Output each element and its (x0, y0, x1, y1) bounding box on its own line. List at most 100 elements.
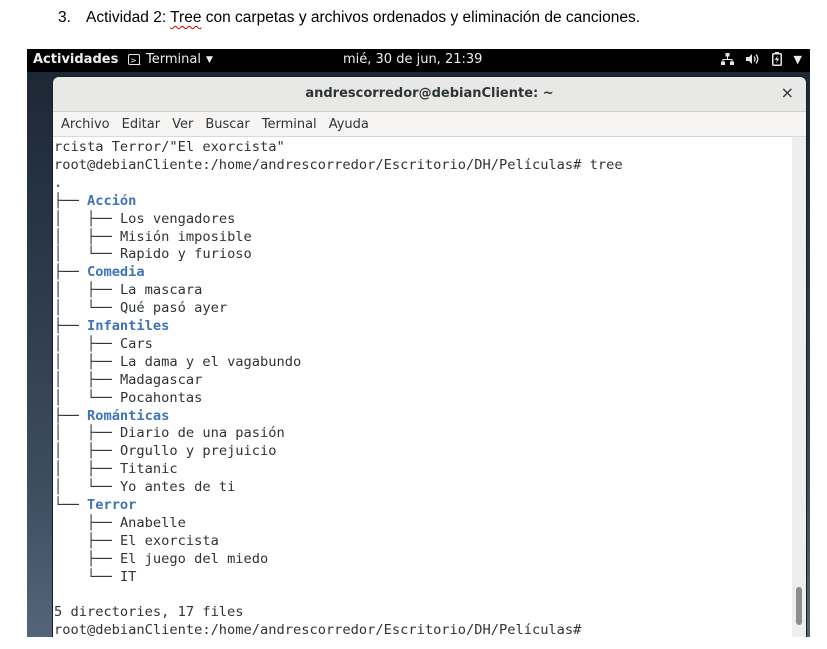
terminal-line: │ ├── Diario de una pasión (54, 425, 285, 443)
line-text: Misión imposible (119, 228, 252, 245)
line-text: Rapido y furioso (119, 246, 252, 263)
line-text: Orgullo y prejuicio (119, 443, 277, 460)
chevron-down-icon: ▼ (205, 54, 213, 65)
line-text: Madagascar (119, 371, 203, 388)
network-icon (720, 53, 734, 65)
tree-branch: ├── (54, 264, 87, 281)
tree-branch: │ ├── (54, 210, 120, 227)
line-text: 5 directories, 17 files (54, 604, 244, 621)
menu-ver[interactable]: Ver (166, 117, 199, 132)
menu-editar[interactable]: Editar (116, 117, 167, 132)
menu-buscar[interactable]: Buscar (199, 117, 255, 132)
desktop-screenshot: Actividades >_ Terminal ▼ mié, 30 de jun… (27, 49, 810, 637)
terminal-line: │ ├── Titanic (54, 461, 178, 479)
tree-branch: │ ├── (54, 443, 120, 460)
scrollbar[interactable] (792, 137, 806, 637)
terminal-line: root@debianCliente:/home/andrescorredor/… (54, 157, 623, 175)
battery-icon (771, 52, 782, 66)
terminal-line: │ ├── Madagascar (54, 372, 202, 390)
terminal-line: │ └── Pocahontas (54, 390, 202, 408)
line-text: root@debianCliente:/home/andrescorredor/… (54, 622, 582, 637)
directory-name: Terror (86, 497, 137, 513)
terminal-line: │ └── Yo antes de ti (54, 479, 235, 497)
document-heading: 3. Actividad 2: Tree con carpetas y archi… (58, 9, 640, 27)
tree-directory-line: ├── Comedia (54, 264, 145, 282)
line-text: IT (119, 568, 137, 585)
line-text: Anabelle (119, 514, 186, 531)
menu-terminal[interactable]: Terminal (256, 117, 323, 132)
tree-branch: ├── (54, 192, 87, 209)
tree-directory-line: ├── Acción (54, 193, 136, 211)
tree-branch: │ ├── (54, 425, 120, 442)
line-text: Los vengadores (119, 210, 236, 227)
tree-branch: ├── (54, 318, 87, 334)
line-text: rcista Terror/"El exorcista" (54, 139, 285, 155)
terminal-line: ├── El juego del miedo (54, 551, 268, 569)
tree-branch: ├── (54, 514, 120, 531)
tree-branch: ├── (54, 550, 120, 567)
line-text: Qué pasó ayer (119, 300, 228, 317)
directory-name: Románticas (86, 407, 170, 424)
window-title: andrescorredor@debianCliente: ~ (305, 86, 554, 101)
directory-name: Infantiles (86, 318, 170, 334)
directory-name: . (54, 174, 63, 191)
gnome-top-bar: Actividades >_ Terminal ▼ mié, 30 de jun… (27, 49, 810, 72)
tree-branch: │ ├── (54, 461, 120, 478)
line-text: Diario de una pasión (119, 425, 285, 442)
heading-text-end: con carpetas y archivos ordenados y elim… (201, 9, 641, 26)
directory-name: Comedia (86, 264, 145, 281)
tree-branch: ├── (54, 532, 120, 549)
menu-bar: Archivo Editar Ver Buscar Terminal Ayuda (53, 112, 806, 137)
line-text: root@debianCliente:/home/andrescorredor/… (54, 156, 623, 173)
tree-branch: └── (54, 568, 120, 585)
heading-text-start: Actividad 2: (86, 9, 171, 26)
tree-branch: │ └── (54, 300, 120, 317)
app-menu-button[interactable]: >_ Terminal ▼ (128, 52, 213, 67)
tree-branch: │ ├── (54, 335, 120, 352)
terminal-output[interactable]: rcista Terror/"El exorcista" root@debianC… (53, 137, 792, 637)
tree-directory-line: . (54, 175, 62, 193)
terminal-line: │ ├── La mascara (54, 282, 202, 300)
line-text: El juego del miedo (119, 550, 269, 567)
terminal-line: │ ├── La dama y el vagabundo (54, 354, 301, 372)
line-text: Yo antes de ti (119, 479, 236, 496)
system-menu-arrow-icon: ▼ (793, 52, 802, 66)
line-text: La mascara (119, 282, 203, 299)
terminal-line: 5 directories, 17 files (54, 604, 244, 622)
tree-directory-line: ├── Infantiles (54, 318, 169, 336)
terminal-line: │ ├── Misión imposible (54, 229, 252, 247)
tree-branch: │ └── (54, 389, 120, 406)
tree-branch: │ └── (54, 246, 120, 263)
terminal-line: │ └── Qué pasó ayer (54, 300, 227, 318)
terminal-line: │ ├── Los vengadores (54, 211, 235, 229)
tree-branch: │ ├── (54, 228, 120, 245)
tree-branch: │ └── (54, 479, 120, 496)
terminal-line: root@debianCliente:/home/andrescorredor/… (54, 622, 581, 637)
terminal-line: │ ├── Orgullo y prejuicio (54, 443, 277, 461)
menu-archivo[interactable]: Archivo (53, 117, 116, 132)
clock[interactable]: mié, 30 de jun, 21:39 (343, 52, 482, 67)
terminal-window[interactable]: andrescorredor@debianCliente: ~ × Archiv… (53, 77, 806, 637)
tree-branch: │ ├── (54, 353, 120, 370)
close-icon[interactable]: × (781, 83, 794, 102)
tree-branch: │ ├── (54, 282, 120, 299)
line-text: Cars (119, 335, 153, 352)
system-tray[interactable]: ▼ (720, 52, 802, 66)
line-text: El exorcista (119, 532, 219, 549)
activities-button[interactable]: Actividades (33, 52, 118, 67)
terminal-line: │ ├── Cars (54, 336, 153, 354)
tree-branch: ├── (54, 407, 87, 424)
scrollbar-thumb[interactable] (796, 587, 802, 625)
line-text: Titanic (119, 461, 178, 478)
terminal-line: ├── El exorcista (54, 533, 219, 551)
terminal-line: └── IT (54, 569, 136, 587)
heading-misspelled-word: Tree (170, 9, 202, 26)
tree-branch: └── (54, 497, 87, 513)
tree-branch: │ ├── (54, 371, 120, 388)
line-text: Pocahontas (119, 389, 203, 406)
window-titlebar[interactable]: andrescorredor@debianCliente: ~ × (53, 77, 806, 112)
volume-icon (745, 54, 758, 64)
list-number: 3. (58, 9, 71, 26)
terminal-line: │ └── Rapido y furioso (54, 246, 252, 264)
menu-ayuda[interactable]: Ayuda (323, 117, 375, 132)
